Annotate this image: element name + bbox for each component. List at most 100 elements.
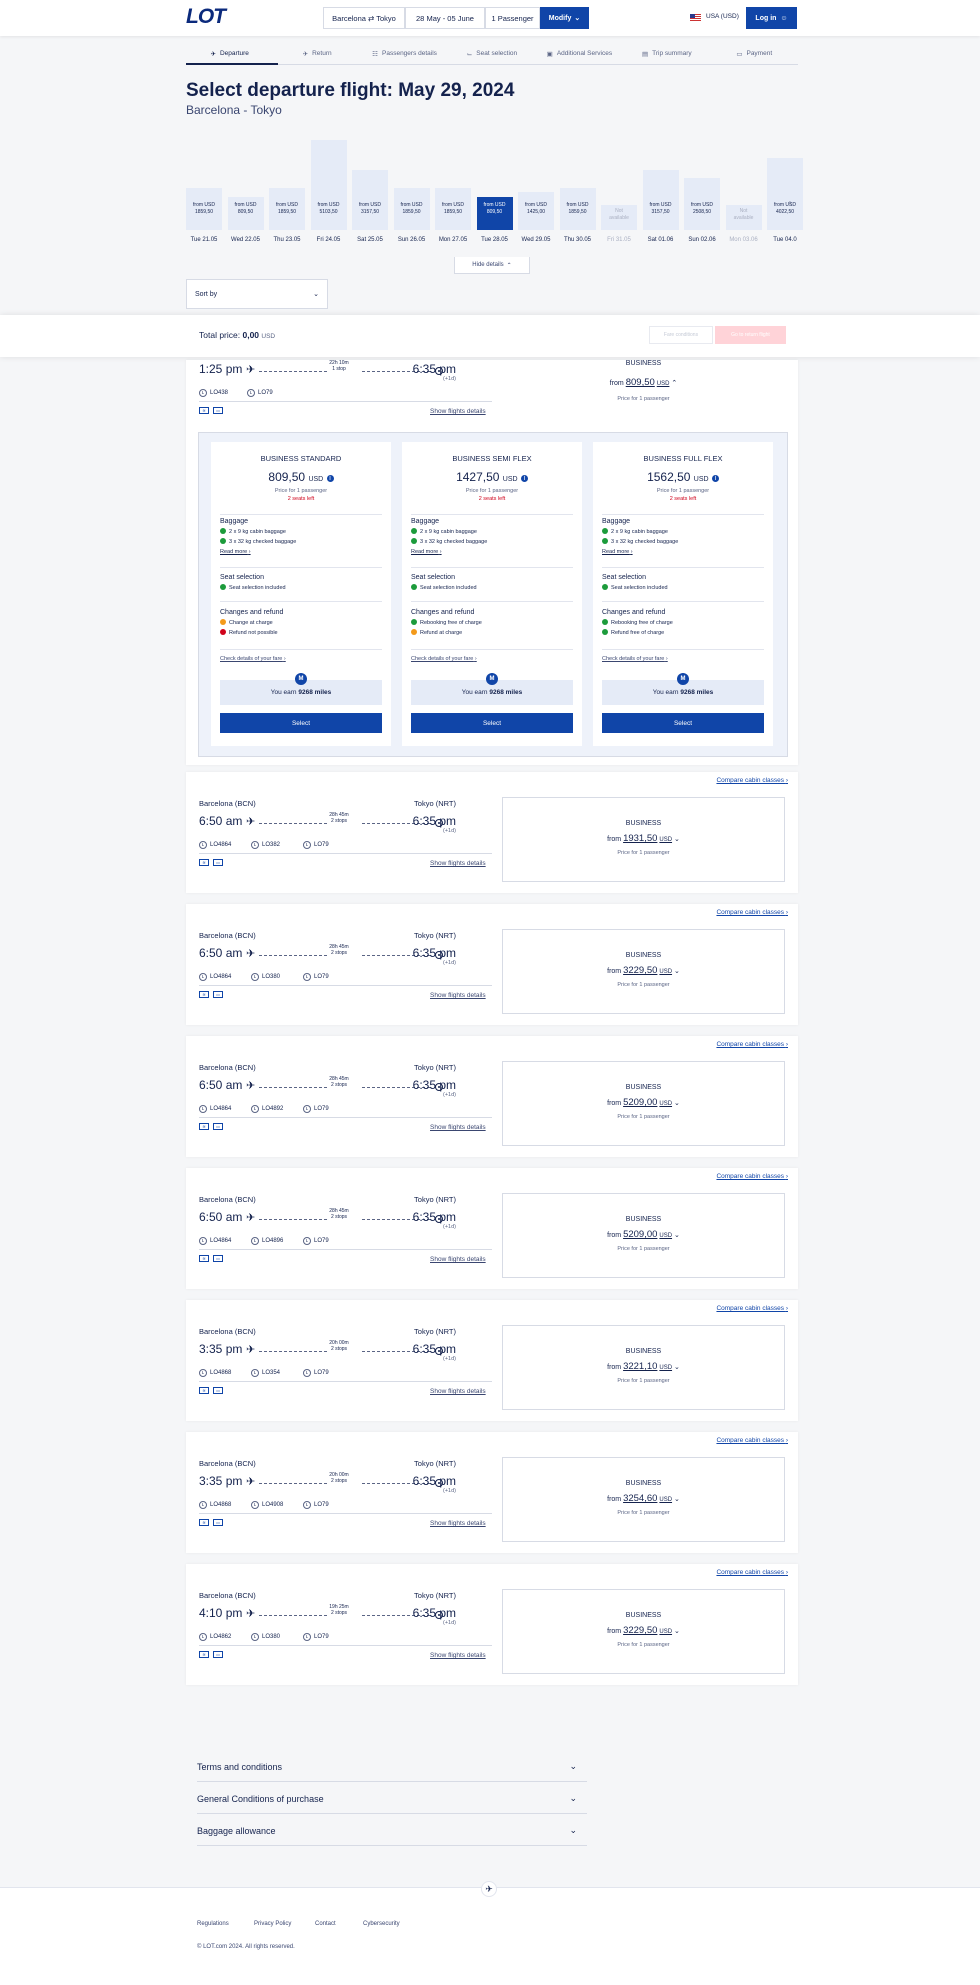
show-flight-details-link[interactable]: Show flights details <box>430 1256 486 1263</box>
terms-accordion[interactable]: Terms and conditions ⌄ <box>197 1752 587 1782</box>
flight-card[interactable]: Compare cabin classes › Barcelona (BCN) To… <box>186 772 798 893</box>
total-currency: USD <box>261 333 276 340</box>
divider <box>220 601 382 602</box>
show-flight-details-link[interactable]: Show flights details <box>430 1520 486 1527</box>
passengers-pill[interactable]: 1 Passenger <box>485 7 540 29</box>
compare-cabin-link[interactable]: Compare cabin classes › <box>716 1173 788 1180</box>
flight-card[interactable]: Compare cabin classes › Barcelona (BCN) To… <box>186 1300 798 1421</box>
step-return[interactable]: ✈ Return <box>273 43 360 64</box>
footer-link-privacy[interactable]: Privacy Policy <box>254 1921 291 1927</box>
compare-cabin-link[interactable]: Compare cabin classes › <box>716 777 788 784</box>
fare-conditions-button[interactable]: Fare conditions <box>649 326 713 344</box>
baggage-accordion[interactable]: Baggage allowance ⌄ <box>197 1816 587 1846</box>
plane-icon: ✈ <box>210 50 216 58</box>
price-box[interactable]: BUSINESS from 3229,50 USD ⌄ Price for 1 pa… <box>502 1589 785 1674</box>
footer-link-contact[interactable]: Contact <box>315 1921 336 1927</box>
select-fare-button[interactable]: Select <box>220 713 382 733</box>
date-option[interactable]: from USD 1859,50 Thu 30.05 <box>559 140 598 245</box>
date-option[interactable]: from USD 1859,50 Mon 27.05 <box>435 140 473 245</box>
date-option[interactable]: from USD 5103,50 Fri 24.05 <box>310 140 349 245</box>
date-option[interactable]: from USD 3157,50 Sat 25.05 <box>352 140 390 245</box>
price-box[interactable]: BUSINESS from 1931,50 USD ⌄ Price for 1 pa… <box>502 797 785 882</box>
route-line <box>259 1087 327 1088</box>
flight-leg: ʟ LO79 <box>303 1237 329 1245</box>
show-flight-details-link[interactable]: Show flights details <box>430 1124 486 1131</box>
flight-card[interactable]: Compare cabin classes › Barcelona (BCN) To… <box>186 1564 798 1685</box>
date-option[interactable]: from USD 4022,50 Tue 04.0 <box>767 140 805 245</box>
show-flight-details-link[interactable]: Show flights details <box>430 992 486 999</box>
date-option[interactable]: Not available Mon 03.06 <box>725 140 764 245</box>
show-flight-details-link[interactable]: Show flights details <box>430 1652 486 1659</box>
info-icon[interactable]: i <box>326 475 334 482</box>
flight-card[interactable]: Compare cabin classes › Barcelona (BCN) To… <box>186 1036 798 1157</box>
date-option[interactable]: from USD 3157,50 Sat 01.06 <box>642 140 681 245</box>
date-option[interactable]: from USD 1859,50 Sun 26.05 <box>393 140 432 245</box>
show-flight-details-link[interactable]: Show flights details <box>430 408 486 415</box>
read-more-link[interactable]: Read more › <box>602 547 764 557</box>
date-price-bar: from USD 809,50 <box>227 197 264 230</box>
user-icon: ☺ <box>780 14 788 22</box>
compare-cabin-link[interactable]: Compare cabin classes › <box>716 1041 788 1048</box>
read-more-link[interactable]: Read more › <box>220 547 382 557</box>
expanded-flight-card[interactable]: 1:25 pm ✈ 22h 10m 1 stop 6:35 pm (+1d) ʟL… <box>186 360 798 765</box>
flight-card[interactable]: Compare cabin classes › Barcelona (BCN) To… <box>186 1432 798 1553</box>
flight-card[interactable]: Compare cabin classes › Barcelona (BCN) To… <box>186 1168 798 1289</box>
conditions-accordion[interactable]: General Conditions of purchase ⌄ <box>197 1784 587 1814</box>
login-button[interactable]: Log in ☺ <box>746 7 797 29</box>
read-more-link[interactable]: Read more › <box>411 547 573 557</box>
date-option[interactable]: from USD 809,50 Tue 28.05 <box>476 140 515 245</box>
date-option[interactable]: from USD 1859,50 Tue 21.05 <box>186 140 224 245</box>
step-summary[interactable]: ▤ Trip summary <box>623 43 710 64</box>
date-option[interactable]: from USD 809,50 Wed 22.05 <box>227 140 266 245</box>
step-departure[interactable]: ✈ Departure <box>186 43 273 64</box>
compare-cabin-link[interactable]: Compare cabin classes › <box>716 1569 788 1576</box>
stops: 2 stops <box>330 818 348 824</box>
show-flight-details-link[interactable]: Show flights details <box>430 860 486 867</box>
step-services[interactable]: ▣ Additional Services <box>536 43 623 64</box>
miles-prefix: You earn <box>652 689 679 696</box>
price-value: 5209,00 <box>623 1229 658 1240</box>
price-box[interactable]: BUSINESS from 3254,60 USD ⌄ Price for 1 pa… <box>502 1457 785 1542</box>
divider <box>199 985 492 986</box>
date-option[interactable]: from USD 2508,50 Sun 02.06 <box>684 140 722 245</box>
flight-card[interactable]: Compare cabin classes › Barcelona (BCN) To… <box>186 904 798 1025</box>
step-passengers[interactable]: ☷ Passengers details <box>361 43 448 64</box>
departure-time: 3:35 pm <box>199 1474 243 1488</box>
scroll-right-icon[interactable]: › <box>789 198 792 207</box>
compare-cabin-link[interactable]: Compare cabin classes › <box>716 1305 788 1312</box>
go-to-return-button[interactable]: Go to return flight <box>715 326 786 344</box>
check-fare-link[interactable]: Check details of your fare › <box>220 656 286 662</box>
step-payment[interactable]: ▭ Payment <box>711 43 798 64</box>
dates-pill[interactable]: 28 May - 05 June <box>405 7 485 29</box>
next-day: (+1d) <box>443 376 456 382</box>
currency-selector[interactable]: USA (USD) <box>706 13 739 20</box>
check-fare-link[interactable]: Check details of your fare › <box>602 656 668 662</box>
date-option[interactable]: from USD 1859,50 Thu 23.05 <box>269 140 307 245</box>
check-fare-link[interactable]: Check details of your fare › <box>411 656 477 662</box>
modify-button[interactable]: Modify ⌄ <box>540 7 589 29</box>
price-box[interactable]: BUSINESS from 3221,10 USD ⌄ Price for 1 pa… <box>502 1325 785 1410</box>
select-fare-button[interactable]: Select <box>411 713 573 733</box>
compare-cabin-link[interactable]: Compare cabin classes › <box>716 1437 788 1444</box>
select-fare-button[interactable]: Select <box>602 713 764 733</box>
price-box[interactable]: BUSINESS from 5209,00 USD ⌄ Price for 1 pa… <box>502 1193 785 1278</box>
miles-badge-icon: M <box>677 673 689 685</box>
footer: ✈ Regulations Privacy Policy Contact Cyb… <box>0 1881 980 1985</box>
hide-details-button[interactable]: Hide details ⌃ <box>454 257 530 274</box>
selected-price[interactable]: BUSINESS from 809,50 USD ⌃ Price for 1 p… <box>502 360 785 402</box>
route-pill[interactable]: Barcelona ⇄ Tokyo <box>323 7 405 29</box>
footer-link-regulations[interactable]: Regulations <box>197 1921 229 1927</box>
compare-cabin-link[interactable]: Compare cabin classes › <box>716 909 788 916</box>
price-box[interactable]: BUSINESS from 5209,00 USD ⌄ Price for 1 pa… <box>502 1061 785 1146</box>
lot-logo[interactable]: LOT <box>186 5 226 29</box>
flight-leg: ʟ LO4864 <box>199 841 231 849</box>
sort-select[interactable]: Sort by ⌄ <box>186 279 328 309</box>
footer-link-cybersecurity[interactable]: Cybersecurity <box>363 1921 400 1927</box>
info-icon[interactable]: i <box>711 475 719 482</box>
show-flight-details-link[interactable]: Show flights details <box>430 1388 486 1395</box>
date-option[interactable]: Not available Fri 31.05 <box>601 140 639 245</box>
step-seat[interactable]: ⌙ Seat selection <box>448 43 535 64</box>
price-box[interactable]: BUSINESS from 3229,50 USD ⌄ Price for 1 pa… <box>502 929 785 1014</box>
date-option[interactable]: from USD 1425,00 Wed 29.05 <box>518 140 556 245</box>
info-icon[interactable]: i <box>520 475 528 482</box>
